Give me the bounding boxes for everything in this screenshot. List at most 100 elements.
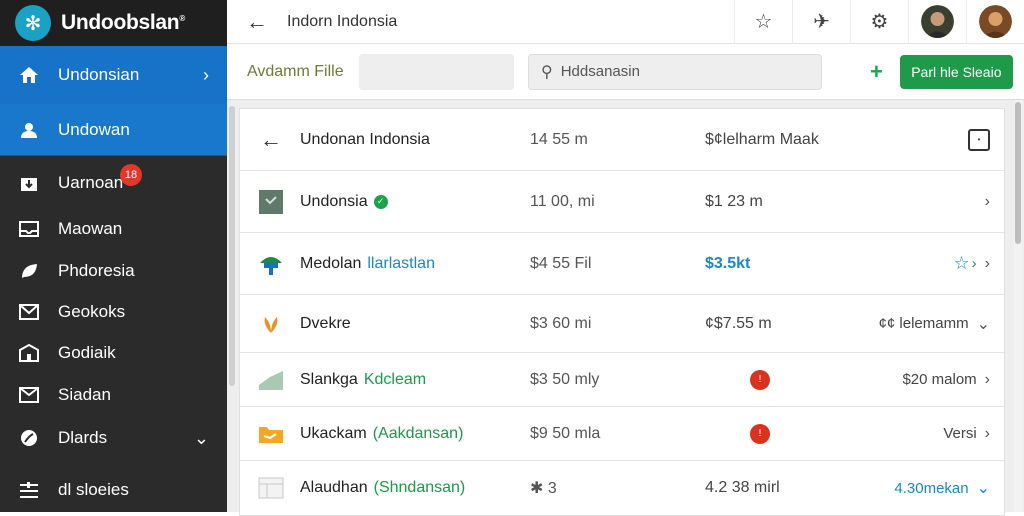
chevron-right-icon: ›	[984, 254, 990, 272]
sidebar-item-label: dl sloeies	[58, 480, 129, 499]
primary-action-button[interactable]: Parl hle Sleaio	[899, 54, 1013, 89]
pin-icon[interactable]: ✈	[792, 0, 850, 44]
list-item[interactable]: Undonsia ✓ 11 00, mi $1 23 m ›	[240, 171, 1004, 233]
secondary-avatar[interactable]	[966, 0, 1024, 44]
item-price: $1 23 m	[705, 192, 763, 210]
sidebar-item-label: Siadan	[58, 385, 111, 404]
item-name: Alaudhan (Shndansan)	[300, 479, 466, 496]
scrollbar-left[interactable]	[229, 106, 235, 386]
square-icon: •	[968, 128, 990, 151]
avatar-secondary	[979, 5, 1012, 38]
brand-name: Undoobslan®	[61, 11, 185, 34]
alert-icon: !	[750, 423, 770, 444]
item-name: Undonsia ✓	[300, 193, 388, 211]
brand-header[interactable]: ✻ Undoobslan®	[0, 0, 227, 46]
item-price: 4.2 38 mirl	[705, 479, 780, 496]
chevron-right-icon: ›	[984, 370, 990, 388]
back-arrow-icon[interactable]: ←	[227, 9, 287, 35]
list-item[interactable]: ← Undonan Indonsia 14 55 m $¢lelharm Maa…	[240, 109, 1004, 171]
sidebar-item-godiaik[interactable]: Godiaik	[0, 332, 227, 374]
item-size: ✱ 3	[530, 480, 557, 497]
sidebar-item-dlards[interactable]: Dlards ⌄	[0, 416, 227, 460]
row-action[interactable]: $20 malom ›	[902, 371, 990, 389]
toolbar: Avdamm Fille ⚲ Hddsanasin + Parl hle Sle…	[227, 44, 1024, 100]
list-item[interactable]: Medolan llarlastlan $4 55 Fil $3.5kt ☆ › ›	[240, 233, 1004, 295]
item-name: Dvekre	[300, 314, 351, 332]
item-price: $¢lelharm Maak	[705, 130, 819, 148]
chevron-down-icon: ⌄	[193, 427, 209, 448]
sidebar-item-uarnoan[interactable]: Uarnoan 18	[0, 158, 227, 208]
sidebar-item-label: Undonsian	[58, 65, 140, 84]
sidebar-item-undowan[interactable]: Undowan	[0, 104, 227, 156]
chevron-down-icon: ⌄	[976, 315, 990, 333]
user-avatar[interactable]	[908, 0, 966, 44]
chevron-right-icon: ›	[984, 424, 990, 442]
sidebar-item-phdoresia[interactable]: Phdoresia	[0, 250, 227, 292]
content-area: ← Undonan Indonsia 14 55 m $¢lelharm Maa…	[227, 100, 1024, 516]
search-icon: ⚲	[541, 63, 553, 81]
star-outline-icon[interactable]: ☆	[954, 253, 970, 274]
chevron-right-icon: ›	[203, 64, 209, 85]
sidebar-item-label: Maowan	[58, 219, 123, 238]
item-size: $9 50 mla	[530, 424, 601, 442]
chart-icon	[258, 367, 284, 393]
list-item[interactable]: Ukackam (Aakdansan) $9 50 mla ! Versi ›	[240, 407, 1004, 461]
sidebar-item-label: Phdoresia	[58, 261, 135, 280]
filter-box[interactable]	[359, 53, 514, 90]
grid-icon	[258, 189, 284, 215]
scrollbar-right[interactable]	[1014, 100, 1022, 512]
settings-lines-icon	[18, 479, 40, 501]
list-item[interactable]: Dvekre $3 60 mi ¢$7.55 m ¢¢ lelemamm ⌄	[240, 295, 1004, 353]
row-action[interactable]: ☆ › ›	[954, 253, 990, 274]
list-item[interactable]: Alaudhan (Shndansan) ✱ 3 4.2 38 mirl 4.30…	[240, 461, 1004, 515]
alert-icon: !	[750, 369, 770, 390]
sidebar-item-maowan[interactable]: Maowan	[0, 208, 227, 250]
list-item[interactable]: Slankga Kdcleam $3 50 mly ! $20 malom ›	[240, 353, 1004, 407]
avatar-primary	[921, 5, 954, 38]
search-placeholder: Hddsanasin	[560, 63, 640, 80]
item-name: Medolan llarlastlan	[300, 254, 435, 272]
verified-icon: ✓	[373, 194, 388, 209]
building-icon	[18, 342, 40, 364]
download-icon	[18, 172, 40, 194]
sidebar-item-geokoks[interactable]: Geokoks	[0, 292, 227, 332]
umbrella-icon	[258, 251, 284, 277]
item-size: $4 55 Fil	[530, 254, 592, 272]
sidebar-item-label: Uarnoan	[58, 173, 124, 192]
item-price: ¢$7.55 m	[705, 314, 772, 332]
leaf-icon	[18, 260, 40, 282]
back-arrow-icon[interactable]: ←	[258, 127, 284, 153]
chevron-down-icon: ⌄	[976, 480, 990, 497]
sidebar-item-label: Dlards	[58, 428, 108, 447]
item-name: Slankga Kdcleam	[300, 370, 427, 388]
row-action[interactable]: 4.30mekan ⌄	[894, 478, 990, 498]
item-size: $3 50 mly	[530, 370, 600, 388]
globe-icon	[18, 427, 40, 449]
file-list: ← Undonan Indonsia 14 55 m $¢lelharm Maa…	[239, 108, 1005, 516]
row-action[interactable]: ¢¢ lelemamm ⌄	[879, 314, 990, 334]
mail-icon	[18, 301, 40, 323]
gear-icon[interactable]: ⚙	[850, 0, 908, 44]
row-action[interactable]: ›	[977, 193, 990, 211]
search-input[interactable]: ⚲ Hddsanasin	[528, 53, 822, 90]
user-icon	[18, 119, 40, 141]
chevron-right-icon: ›	[984, 192, 990, 210]
row-action[interactable]: Versi ›	[943, 425, 990, 443]
sidebar-divider	[0, 155, 227, 156]
sidebar-item-undonsian[interactable]: Undonsian ›	[0, 46, 227, 104]
add-icon[interactable]: +	[870, 59, 883, 85]
top-bar: ← Indorn Indonsia ☆ ✈ ⚙	[227, 0, 1024, 44]
row-action[interactable]: •	[968, 128, 990, 151]
sidebar-item-label: Undowan	[58, 120, 130, 139]
inbox-icon	[18, 218, 40, 240]
item-size: 11 00, mi	[530, 192, 595, 210]
envelope-icon	[18, 384, 40, 406]
notification-badge: 18	[120, 164, 142, 186]
scrollbar-thumb[interactable]	[1015, 102, 1021, 244]
sidebar-item-siadan[interactable]: Siadan	[0, 374, 227, 416]
star-icon[interactable]: ☆	[734, 0, 792, 44]
item-name: Ukackam (Aakdansan)	[300, 424, 464, 442]
sidebar-item-sloeies[interactable]: dl sloeies	[0, 464, 227, 516]
brand-logo-icon: ✻	[15, 5, 51, 41]
page-title: Indorn Indonsia	[287, 12, 398, 30]
